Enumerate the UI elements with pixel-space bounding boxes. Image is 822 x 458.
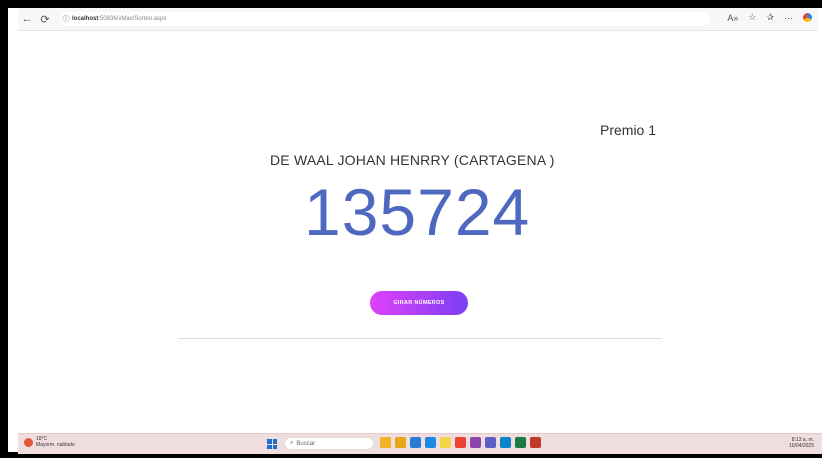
clock-date: 10/04/2025 (788, 443, 814, 449)
clock[interactable]: 8:13 a. m. 10/04/2025 (789, 437, 814, 449)
profile-icon[interactable] (803, 13, 812, 22)
weather-widget[interactable]: 18°C Mayorm. nublado (24, 436, 75, 448)
collections-icon[interactable]: ✰ (766, 12, 774, 23)
url-host: localhost (72, 16, 99, 22)
folder-app-icon[interactable] (395, 437, 406, 448)
winner-name: DE WAAL JOHAN HENRRY (CARTAGENA ) (270, 152, 555, 168)
store-app-icon[interactable] (410, 437, 421, 448)
app2-app-icon[interactable] (530, 437, 541, 448)
divider (178, 338, 662, 339)
explorer-app-icon[interactable] (380, 437, 391, 448)
photos-app-icon[interactable] (425, 437, 436, 448)
vs-app-icon[interactable] (470, 437, 481, 448)
sticky-app-icon[interactable] (440, 437, 451, 448)
prize-label: Premio 1 (600, 122, 657, 138)
taskbar-search[interactable]: ⌕ Buscar (284, 437, 374, 450)
refresh-icon[interactable]: ⟳ (36, 10, 54, 28)
teams-app-icon[interactable] (485, 437, 496, 448)
address-bar[interactable]: ⓘ localhost :50836/vMax/Sorteo.aspx (60, 12, 710, 26)
search-icon: ⌕ (290, 440, 294, 446)
browser-window: ← ⟳ ⓘ localhost :50836/vMax/Sorteo.aspx … (18, 8, 822, 454)
spin-numbers-button[interactable]: GIRAR NÚMEROS (370, 291, 468, 315)
winning-number: 135724 (304, 175, 531, 249)
taskbar: 18°C Mayorm. nublado ⌕ Buscar 8:13 a. m.… (18, 433, 822, 454)
more-icon[interactable]: ··· (784, 13, 793, 23)
favorite-icon[interactable]: ☆ (748, 12, 756, 23)
toolbar-actions: A» ☆ ✰ ··· (727, 12, 812, 23)
taskbar-apps (380, 437, 541, 448)
back-icon[interactable]: ← (18, 10, 36, 28)
edge-app-icon[interactable] (500, 437, 511, 448)
windows-start-icon[interactable] (267, 439, 277, 449)
url-path: :50836/vMax/Sorteo.aspx (98, 16, 167, 22)
read-aloud-icon[interactable]: A» (727, 13, 738, 23)
excel-app-icon[interactable] (515, 437, 526, 448)
search-placeholder: Buscar (296, 440, 316, 447)
browser-toolbar: ← ⟳ ⓘ localhost :50836/vMax/Sorteo.aspx … (18, 8, 818, 31)
weather-desc: Mayorm. nublado (36, 442, 75, 448)
info-icon[interactable]: ⓘ (60, 14, 72, 24)
weather-icon (24, 437, 33, 447)
chrome-app-icon[interactable] (455, 437, 466, 448)
